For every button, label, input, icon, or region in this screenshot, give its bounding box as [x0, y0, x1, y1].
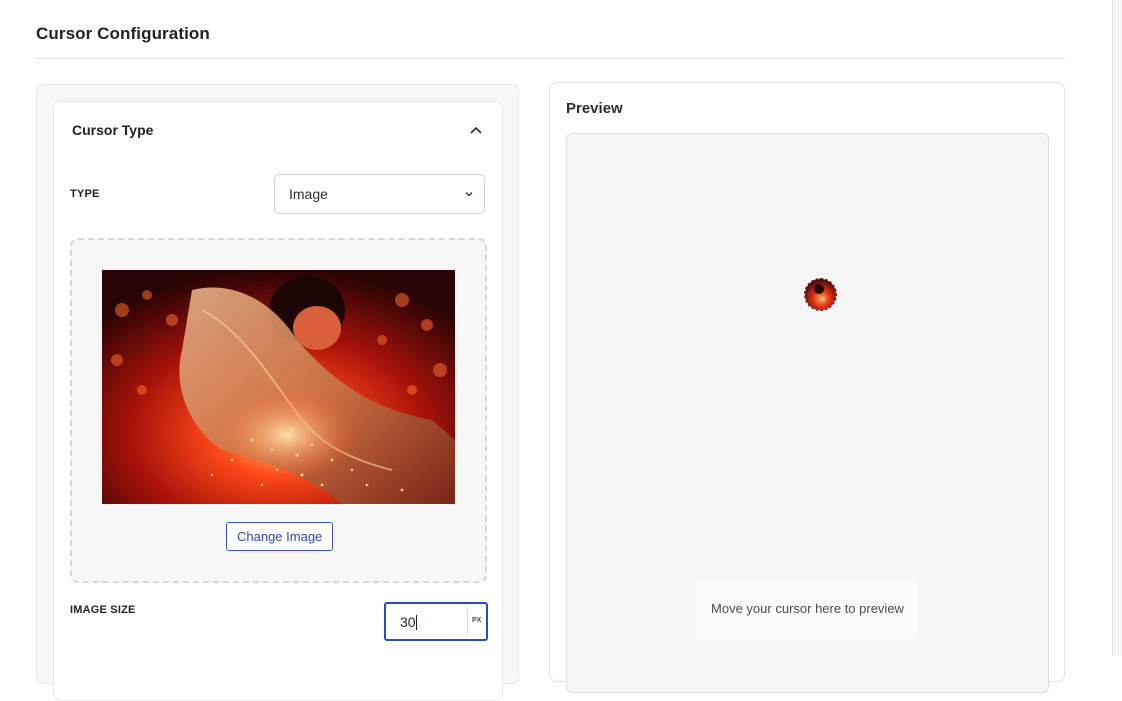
cursor-type-card: Cursor Type TYPE Image Change Image IMAG…: [53, 101, 503, 701]
preview-area[interactable]: Move your cursor here to preview: [566, 133, 1049, 693]
chevron-up-icon[interactable]: [466, 120, 486, 140]
text-caret: [416, 615, 417, 630]
type-select-value: Image: [289, 186, 328, 202]
preview-title: Preview: [566, 100, 623, 117]
settings-panel: Cursor Type TYPE Image Change Image IMAG…: [36, 84, 519, 701]
image-size-label: IMAGE SIZE: [70, 604, 136, 616]
type-select[interactable]: Image: [274, 174, 485, 214]
image-dropzone[interactable]: Change Image: [70, 238, 487, 583]
image-size-field[interactable]: PX: [384, 602, 488, 641]
page-title: Cursor Configuration: [36, 24, 210, 43]
image-size-unit: PX: [472, 617, 482, 624]
scrollbar-track[interactable]: [1112, 0, 1122, 656]
chevron-down-icon: [465, 192, 473, 197]
type-label: TYPE: [70, 188, 100, 200]
cursor-image-preview: [102, 270, 455, 504]
title-divider: [36, 58, 1065, 59]
image-size-input[interactable]: [386, 604, 468, 639]
cursor-type-header[interactable]: Cursor Type: [72, 122, 153, 138]
change-image-button[interactable]: Change Image: [226, 522, 334, 551]
preview-hint: Move your cursor here to preview: [697, 578, 918, 639]
cursor-image-artwork: [102, 270, 455, 504]
preview-panel: Preview Move your cursor here to preview: [549, 82, 1065, 693]
cursor-preview-dot: [804, 278, 837, 311]
cursor-configuration-page: Cursor Configuration Cursor Type TYPE Im…: [0, 0, 1112, 701]
